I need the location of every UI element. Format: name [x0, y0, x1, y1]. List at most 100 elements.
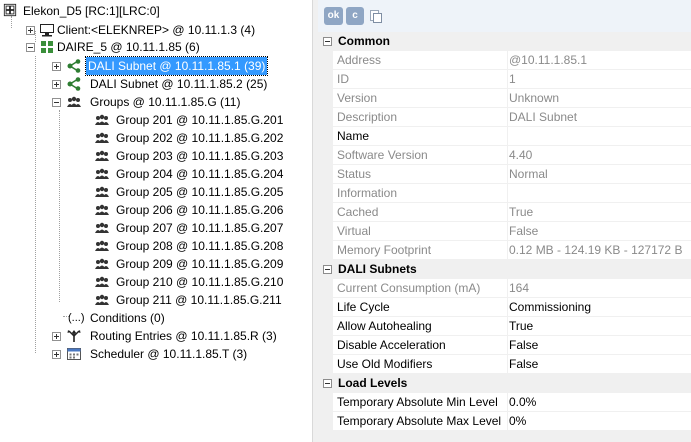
property-value: False: [508, 222, 691, 241]
tree-root-label: Elekon_D5 [RC:1][LRC:0]: [23, 4, 160, 18]
property-value[interactable]: 0%: [508, 412, 691, 431]
tree-item-label: Group 203 @ 10.11.1.85.G.203: [116, 149, 284, 163]
toolbar: ok c: [318, 0, 691, 33]
property-name: Temporary Absolute Max Level: [333, 412, 508, 431]
expand-icon[interactable]: [26, 26, 35, 35]
property-name: Use Old Modifiers: [333, 355, 508, 374]
copy-icon: [370, 10, 382, 23]
expand-icon[interactable]: [52, 332, 61, 341]
property-value[interactable]: 0.0%: [508, 393, 691, 412]
group-icon: [95, 240, 109, 251]
network-icon: [67, 77, 81, 91]
property-value: True: [508, 203, 691, 222]
property-value[interactable]: False: [508, 355, 691, 374]
tree-item-label: Conditions (0): [90, 311, 165, 325]
property-row-software-version[interactable]: Software Version 4.40: [318, 146, 691, 165]
tree-item-label: Group 209 @ 10.11.1.85.G.209: [116, 257, 284, 271]
property-value[interactable]: True: [508, 317, 691, 336]
device-tree: Elekon_D5 [RC:1][LRC:0] Client:<ELEKNREP…: [0, 0, 312, 442]
property-value: 4.40: [508, 146, 691, 165]
network-icon: [67, 59, 81, 73]
property-value[interactable]: False: [508, 336, 691, 355]
property-value[interactable]: [508, 127, 691, 146]
collapse-icon[interactable]: [52, 98, 61, 107]
property-row-temp-min-level[interactable]: Temporary Absolute Min Level 0.0%: [318, 393, 691, 412]
category-common[interactable]: Common: [318, 32, 691, 51]
cancel-button[interactable]: c: [346, 7, 364, 25]
property-name: Life Cycle: [333, 298, 508, 317]
property-value: 1: [508, 70, 691, 89]
routing-icon: [67, 330, 81, 342]
group-icon: [95, 150, 109, 161]
property-name: Virtual: [333, 222, 508, 241]
property-name: Name: [333, 127, 508, 146]
property-name: Current Consumption (mA): [333, 279, 508, 298]
collapse-icon[interactable]: [323, 37, 332, 46]
property-name: Status: [333, 165, 508, 184]
property-row-current-consumption[interactable]: Current Consumption (mA) 164: [318, 279, 691, 298]
tree-item-label: Group 208 @ 10.11.1.85.G.208: [116, 239, 284, 253]
expand-icon[interactable]: [52, 350, 61, 359]
tree-item-label: Group 210 @ 10.11.1.85.G.210: [116, 275, 284, 289]
calendar-icon: [67, 348, 81, 360]
property-row-description[interactable]: Description DALI Subnet: [318, 108, 691, 127]
group-icon: [95, 258, 109, 269]
panel-icon: [41, 41, 53, 53]
group-icon: [95, 222, 109, 233]
tree-item-label: Group 211 @ 10.11.1.85.G.211: [116, 293, 282, 307]
property-name: Information: [333, 184, 508, 203]
property-row-version[interactable]: Version Unknown: [318, 89, 691, 108]
controller-icon: [3, 3, 17, 17]
property-value: @10.11.1.85.1: [508, 51, 691, 70]
tree-item-label: Groups @ 10.11.1.85.G (11): [90, 95, 241, 109]
property-row-address[interactable]: Address @10.11.1.85.1: [318, 51, 691, 70]
property-row-temp-max-level[interactable]: Temporary Absolute Max Level 0%: [318, 412, 691, 431]
expand-icon[interactable]: [52, 80, 61, 89]
tree-item-label: DALI Subnet @ 10.11.1.85.2 (25): [90, 77, 268, 91]
copy-button[interactable]: [367, 7, 385, 25]
property-row-cached[interactable]: Cached True: [318, 203, 691, 222]
collapse-icon[interactable]: [323, 265, 332, 274]
group-icon: [95, 204, 109, 215]
collapse-icon[interactable]: [26, 43, 35, 52]
tree-item-label: Routing Entries @ 10.11.1.85.R (3): [90, 329, 277, 343]
tree-item-label: Group 207 @ 10.11.1.85.G.207: [116, 221, 284, 235]
property-value[interactable]: Commissioning: [508, 298, 691, 317]
tree-item-label: Group 204 @ 10.11.1.85.G.204: [116, 167, 284, 181]
property-name: Software Version: [333, 146, 508, 165]
group-icon: [95, 132, 109, 143]
property-name: Memory Footprint: [333, 241, 508, 260]
property-row-name[interactable]: Name: [318, 127, 691, 146]
property-name: Disable Acceleration: [333, 336, 508, 355]
category-title: DALI Subnets: [338, 262, 417, 276]
category-title: Common: [338, 34, 390, 48]
group-icon: [95, 168, 109, 179]
property-name: Description: [333, 108, 508, 127]
category-load-levels[interactable]: Load Levels: [318, 374, 691, 393]
tree-item-label: Client:<ELEKNREP> @ 10.11.1.3 (4): [57, 23, 256, 37]
category-dali-subnets[interactable]: DALI Subnets: [318, 260, 691, 279]
property-row-use-old-modifiers[interactable]: Use Old Modifiers False: [318, 355, 691, 374]
property-row-id[interactable]: ID 1: [318, 70, 691, 89]
property-row-status[interactable]: Status Normal: [318, 165, 691, 184]
group-icon: [95, 276, 109, 287]
group-icon: [95, 294, 109, 305]
property-value: [508, 184, 691, 203]
property-row-information[interactable]: Information: [318, 184, 691, 203]
property-value: Normal: [508, 165, 691, 184]
group-icon: [95, 186, 109, 197]
monitor-icon: [40, 24, 54, 37]
property-name: Allow Autohealing: [333, 317, 508, 336]
group-icon: [67, 96, 81, 107]
property-row-disable-acceleration[interactable]: Disable Acceleration False: [318, 336, 691, 355]
property-row-life-cycle[interactable]: Life Cycle Commissioning: [318, 298, 691, 317]
property-row-virtual[interactable]: Virtual False: [318, 222, 691, 241]
property-row-allow-autohealing[interactable]: Allow Autohealing True: [318, 317, 691, 336]
ok-button[interactable]: ok: [324, 7, 343, 25]
property-row-memory-footprint[interactable]: Memory Footprint 0.12 MB - 124.19 KB - 12…: [318, 241, 691, 260]
tree-item-label: Group 201 @ 10.11.1.85.G.201: [116, 113, 284, 127]
tree-item-label: Scheduler @ 10.11.1.85.T (3): [90, 347, 248, 361]
expand-icon[interactable]: [52, 62, 61, 71]
collapse-icon[interactable]: [323, 379, 332, 388]
tree-item-label: Group 205 @ 10.11.1.85.G.205: [116, 185, 284, 199]
